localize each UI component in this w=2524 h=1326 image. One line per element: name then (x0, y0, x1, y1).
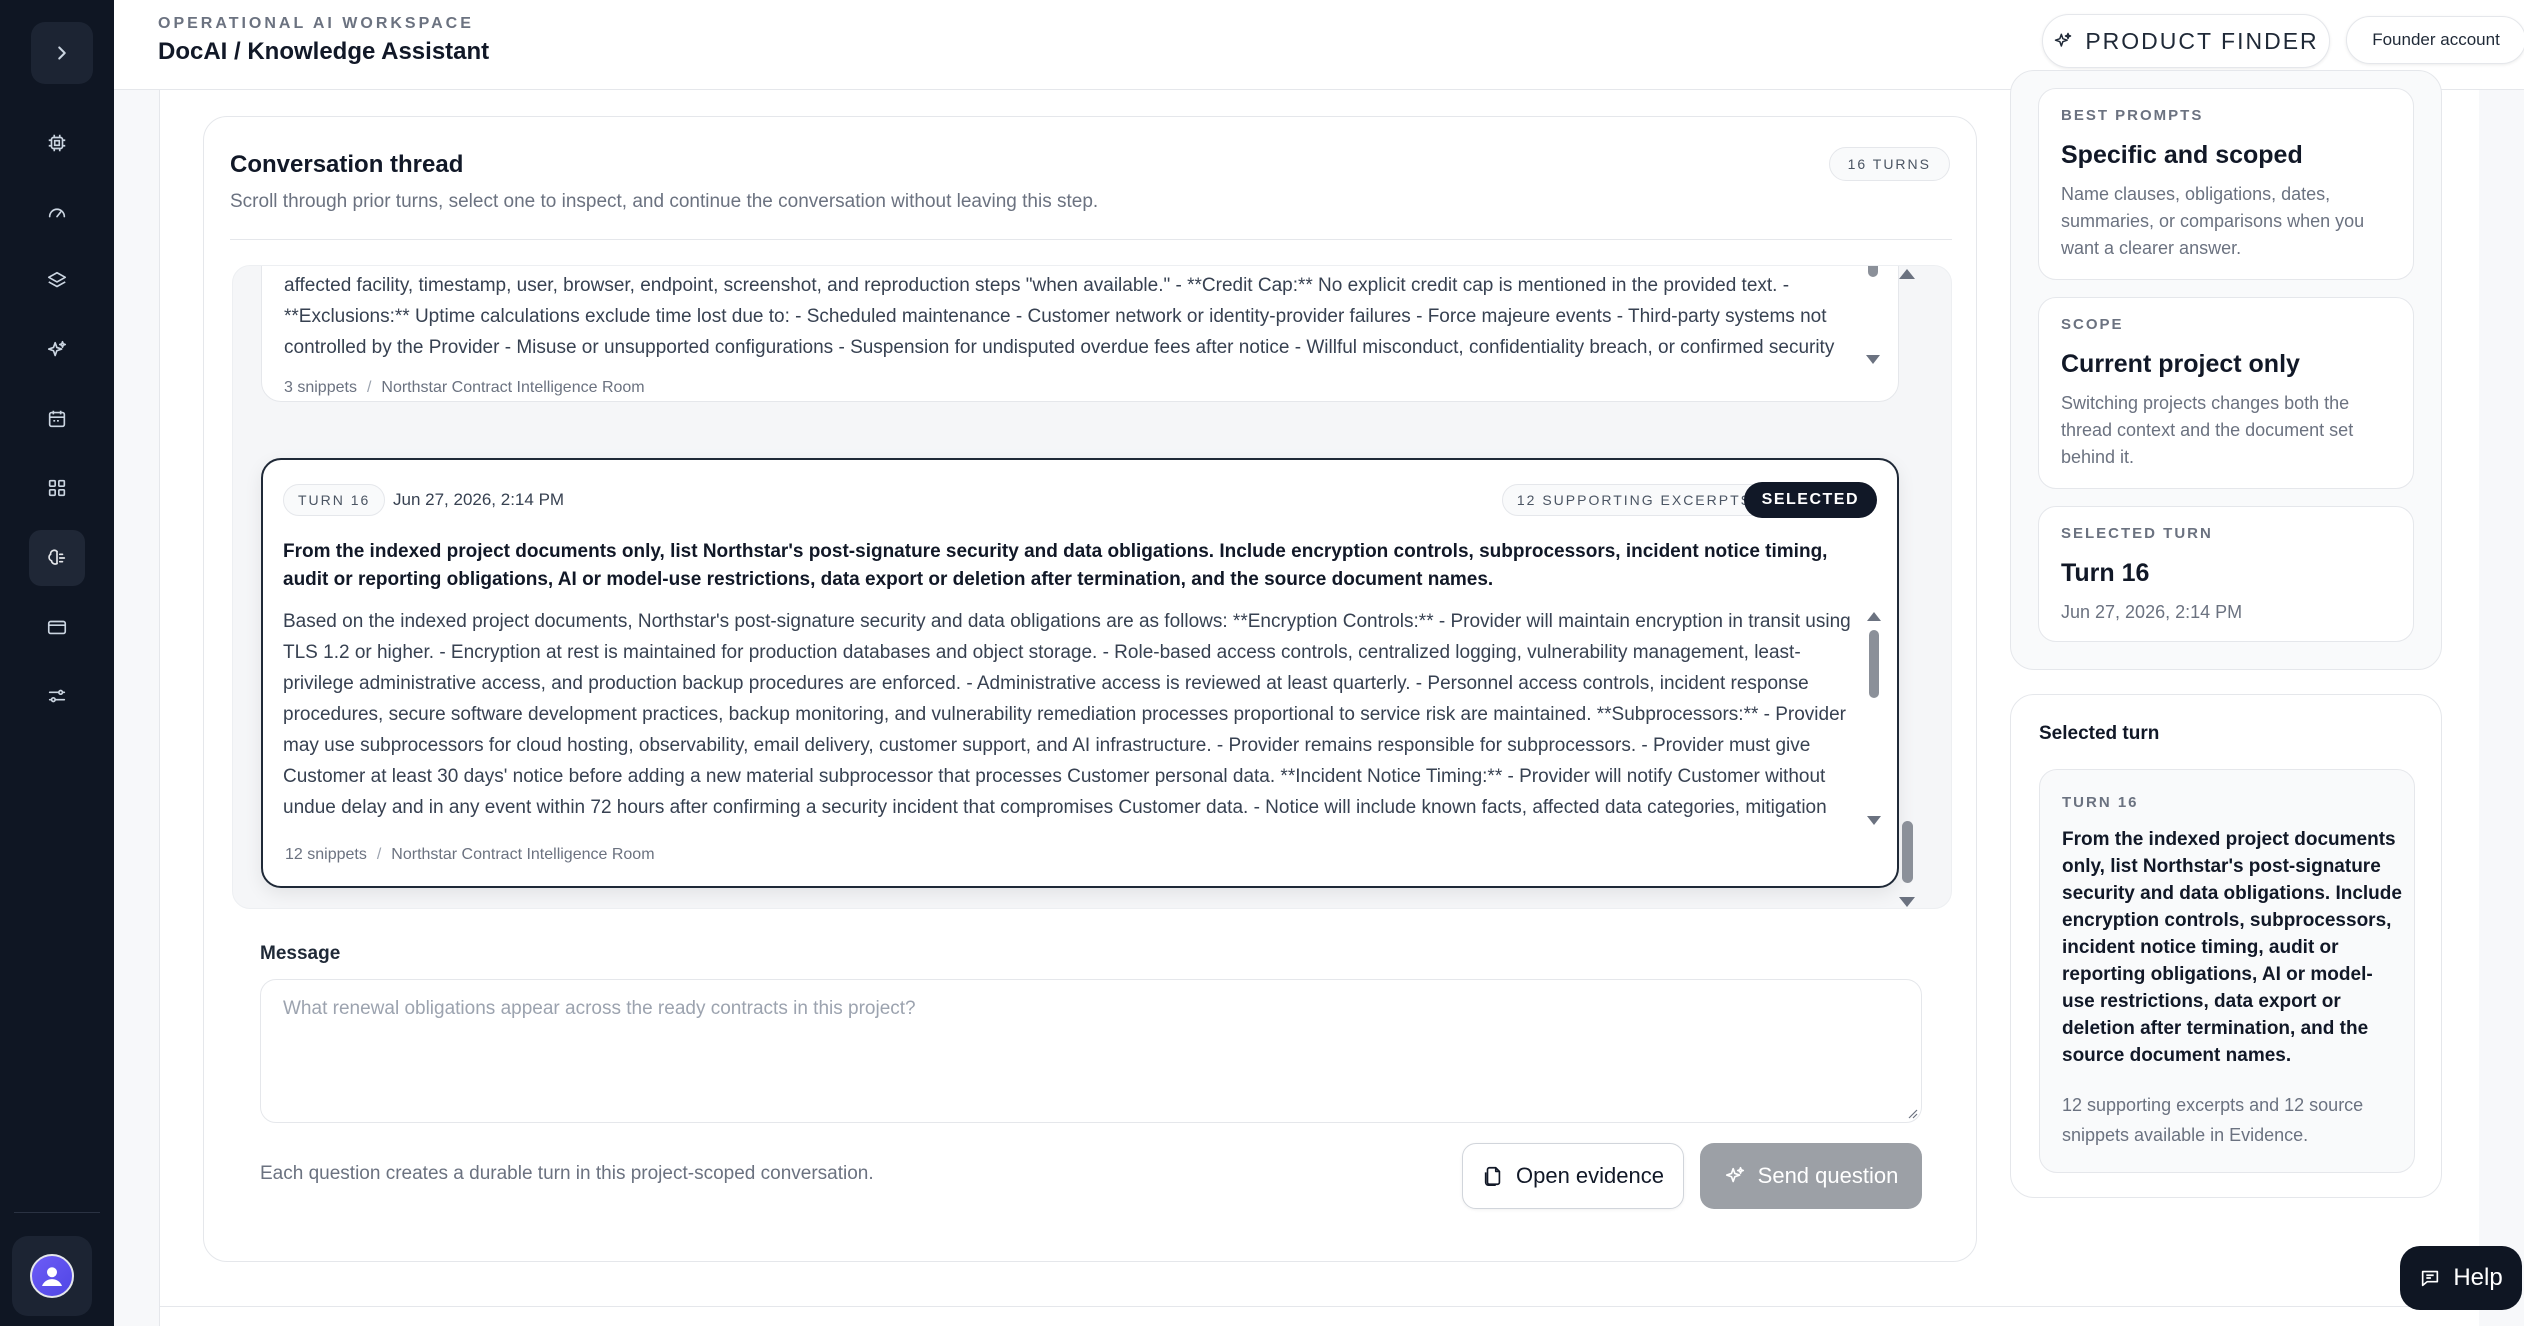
sidebar-item-billing[interactable] (29, 599, 85, 655)
selected-turn-panel: Selected turn TURN 16 From the indexed p… (2010, 694, 2442, 1198)
sidebar-item-ai[interactable] (29, 322, 85, 378)
source-room: Northstar Contract Intelligence Room (381, 379, 645, 396)
calendar-icon (48, 410, 66, 428)
thread-subtitle: Scroll through prior turns, select one t… (230, 191, 1099, 212)
scroll-up-arrow[interactable] (1899, 269, 1915, 279)
scrollbar-thumb[interactable] (1869, 630, 1879, 698)
turn-answer: commitments. - **Claim Deadline:** The C… (284, 275, 1835, 358)
sidebar-item-calendar[interactable] (29, 391, 85, 447)
product-finder-label: PRODUCT FINDER (2085, 27, 2319, 54)
open-evidence-label: Open evidence (1516, 1163, 1664, 1188)
turn-card-selected[interactable]: TURN 16 Jun 27, 2026, 2:14 PM 12 SUPPORT… (261, 458, 1899, 888)
layers-icon (47, 271, 67, 288)
gauge-icon (48, 208, 66, 218)
evidence-note: 12 supporting excerpts and 12 source sni… (2062, 1095, 2364, 1145)
message-label: Message (260, 943, 341, 964)
card-text: Switching projects changes both the thre… (2061, 393, 2354, 467)
page-title: DocAI / Knowledge Assistant (158, 38, 490, 65)
chat-icon (2422, 1270, 2439, 1287)
scroll-up-arrow[interactable] (1867, 612, 1881, 621)
card-kicker: SCOPE (2061, 316, 2124, 333)
conversation-thread-card: Conversation thread Scroll through prior… (203, 116, 1977, 1262)
card-title: Turn 16 (2061, 559, 2150, 587)
scroll-down-arrow[interactable] (1867, 816, 1881, 825)
cpu-icon (48, 134, 66, 152)
card-kicker: BEST PROMPTS (2061, 107, 2204, 124)
divider (159, 1306, 2479, 1307)
divider (230, 239, 1952, 240)
turn-sources: 3 snippets / Northstar Contract Intelligen… (284, 379, 645, 396)
selected-turn-summary-card: SELECTED TURN Turn 16 Jun 27, 2026, 2:14… (2038, 506, 2414, 642)
sidebar-item-knowledge-assistant[interactable] (29, 530, 85, 586)
scroll-down-arrow[interactable] (1866, 355, 1880, 364)
sidebar-item-processor[interactable] (29, 115, 85, 171)
scope-card: SCOPE Current project only Switching pro… (2038, 297, 2414, 489)
sparkles-icon (2055, 32, 2072, 47)
sliders-icon (48, 689, 66, 703)
card-text: Name clauses, obligations, dates, summar… (2061, 184, 2365, 258)
grid-icon (48, 479, 66, 497)
sidebar-item-layers[interactable] (29, 253, 85, 309)
card-title: Current project only (2061, 350, 2300, 378)
card-kicker: SELECTED TURN (2061, 525, 2213, 542)
turn-answer: Based on the indexed project documents, … (283, 611, 1851, 818)
resize-handle-icon[interactable] (1906, 1107, 1918, 1119)
sidebar-item-dashboard[interactable] (29, 184, 85, 240)
snippet-count: 3 snippets (284, 379, 357, 396)
workspace-kicker: OPERATIONAL AI WORKSPACE (158, 15, 474, 32)
selected-turn-detail-card: TURN 16 From the indexed project documen… (2039, 769, 2415, 1173)
card-icon (47, 620, 67, 635)
sidebar-item-modules[interactable] (29, 460, 85, 516)
sparkles-icon (1725, 1166, 1744, 1183)
turn-timestamp: Jun 27, 2026, 2:14 PM (393, 490, 565, 509)
best-prompts-card: BEST PROMPTS Specific and scoped Name cl… (2038, 88, 2414, 280)
document-icon (1484, 1166, 1501, 1186)
account-button[interactable]: Founder account (2346, 16, 2524, 64)
card-text: Jun 27, 2026, 2:14 PM (2061, 602, 2243, 622)
turn-sources: 12 snippets / Northstar Contract Intellige… (285, 846, 655, 863)
turn-question: From the indexed project documents only,… (2062, 829, 2402, 1066)
composer-note: Each question creates a durable turn in … (260, 1163, 874, 1184)
turn-number-label: TURN 16 (2062, 794, 2139, 811)
help-label: Help (2453, 1264, 2503, 1291)
sidebar-toggle-button[interactable] (31, 22, 93, 84)
help-button[interactable]: Help (2400, 1246, 2522, 1310)
turn-card[interactable]: commitments. - **Claim Deadline:** The C… (261, 266, 1899, 402)
send-question-button[interactable]: Send question (1700, 1143, 1922, 1209)
supporting-excerpts-badge: 12 SUPPORTING EXCERPTS (1501, 484, 1767, 516)
user-avatar-icon (30, 1254, 74, 1298)
product-finder-button[interactable]: PRODUCT FINDER (2042, 14, 2330, 68)
scroll-down-arrow[interactable] (1899, 897, 1915, 907)
source-room: Northstar Contract Intelligence Room (391, 846, 655, 863)
thread-title: Conversation thread (230, 151, 464, 178)
chevron-right-icon (58, 46, 66, 60)
turns-scroll-area[interactable]: commitments. - **Claim Deadline:** The C… (232, 265, 1952, 909)
turn-number-badge: TURN 16 (283, 484, 386, 516)
message-input[interactable] (260, 979, 1922, 1123)
scrollbar-thumb[interactable] (1902, 821, 1913, 883)
scrollbar-thumb[interactable] (1868, 266, 1878, 277)
selected-badge: SELECTED (1743, 482, 1877, 518)
sidebar-divider (14, 1212, 100, 1213)
turn-question: From the indexed project documents only,… (283, 541, 1828, 590)
card-title: Specific and scoped (2061, 141, 2303, 169)
snippet-count: 12 snippets (285, 846, 367, 863)
brain-icon (48, 549, 66, 565)
sidebar-item-settings[interactable] (29, 668, 85, 724)
sidebar (0, 0, 114, 1326)
sparkles-icon (47, 340, 67, 357)
user-avatar-button[interactable] (12, 1236, 92, 1316)
panel-title: Selected turn (2039, 723, 2160, 744)
send-question-label: Send question (1757, 1163, 1899, 1188)
turns-count-badge: 16 TURNS (1828, 147, 1950, 181)
open-evidence-button[interactable]: Open evidence (1462, 1143, 1684, 1209)
